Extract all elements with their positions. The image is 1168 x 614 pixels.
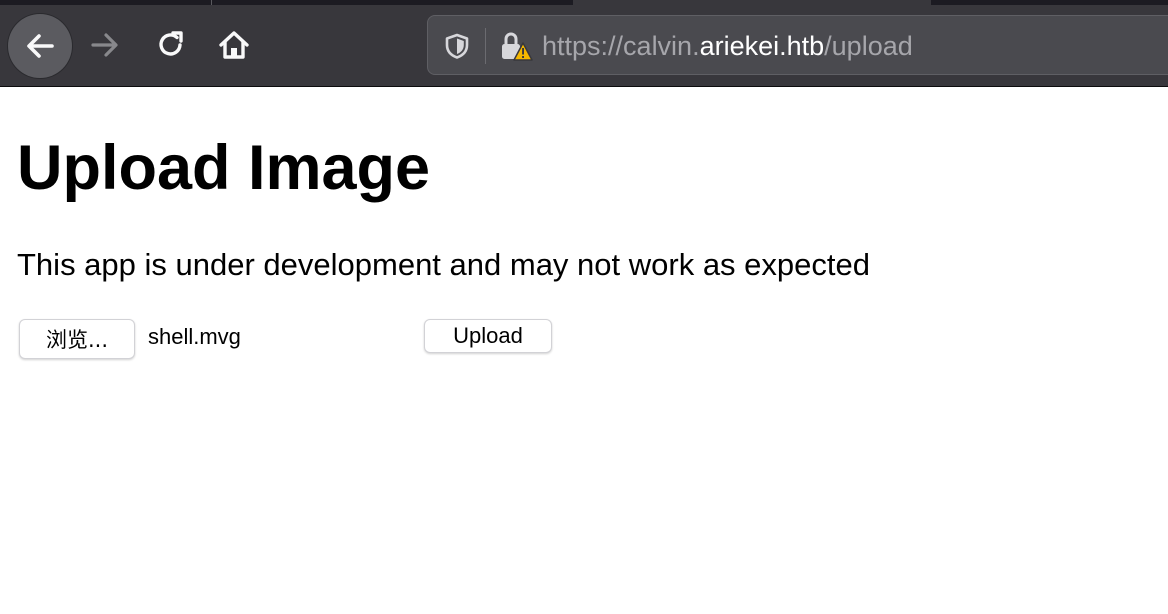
back-button[interactable]: [8, 14, 72, 78]
url-path: /upload: [824, 31, 913, 61]
page-title: Upload Image: [17, 133, 431, 203]
url-text[interactable]: https://calvin.ariekei.htb/upload: [542, 29, 913, 63]
home-icon: [219, 31, 249, 59]
upload-button[interactable]: Upload: [424, 319, 552, 353]
tracking-protection-button[interactable]: [442, 31, 472, 61]
site-security-button[interactable]: [498, 29, 534, 65]
url-subdomain: calvin.: [623, 31, 700, 61]
development-notice: This app is under development and may no…: [17, 247, 870, 282]
selected-file-name: shell.mvg: [148, 324, 241, 349]
page-content: Upload Image This app is under developme…: [0, 88, 1168, 614]
forward-arrow-icon: [91, 33, 118, 57]
reload-button[interactable]: [148, 22, 194, 68]
forward-button[interactable]: [82, 22, 128, 68]
home-button[interactable]: [211, 22, 257, 68]
shield-icon: [445, 33, 469, 59]
url-domain: ariekei.htb: [699, 31, 825, 61]
active-tab[interactable]: [573, 0, 931, 5]
browser-toolbar: https://calvin.ariekei.htb/upload: [0, 0, 1168, 87]
browse-file-button[interactable]: 浏览...: [19, 319, 135, 359]
tab-strip: [0, 0, 1168, 5]
url-scheme: https://: [542, 31, 624, 61]
address-bar[interactable]: https://calvin.ariekei.htb/upload: [427, 15, 1168, 75]
reload-icon: [159, 31, 183, 56]
back-arrow-icon: [27, 34, 54, 58]
lock-warning-icon: [502, 32, 533, 61]
tab-separator: [211, 0, 212, 5]
urlbar-divider: [485, 28, 486, 64]
